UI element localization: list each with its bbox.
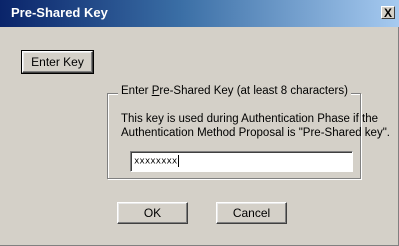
- legend-prefix: Enter: [121, 85, 152, 97]
- description-line-2: Authentication Method Proposal is "Pre-S…: [121, 127, 390, 139]
- legend-suffix: re-Shared Key (at least 8 characters): [159, 85, 348, 97]
- ok-button[interactable]: OK: [117, 202, 188, 224]
- masked-key-text: xxxxxxxx: [134, 156, 178, 167]
- description-text: This key is used during Authentication P…: [121, 112, 390, 140]
- cancel-button[interactable]: Cancel: [216, 202, 287, 224]
- enter-key-button[interactable]: Enter Key: [21, 50, 94, 74]
- title-bar[interactable]: Pre-Shared Key X: [0, 0, 399, 27]
- window-title: Pre-Shared Key: [11, 5, 108, 20]
- pre-shared-key-input[interactable]: xxxxxxxx: [130, 151, 353, 172]
- key-input-value: xxxxxxxx: [134, 155, 180, 167]
- description-line-1: This key is used during Authentication P…: [121, 113, 378, 125]
- pre-shared-key-dialog: Pre-Shared Key X Enter Key Enter Pre-Sha…: [0, 0, 399, 246]
- close-icon[interactable]: X: [381, 6, 395, 19]
- text-caret: [178, 155, 180, 167]
- groupbox-legend: Enter Pre-Shared Key (at least 8 charact…: [118, 85, 351, 97]
